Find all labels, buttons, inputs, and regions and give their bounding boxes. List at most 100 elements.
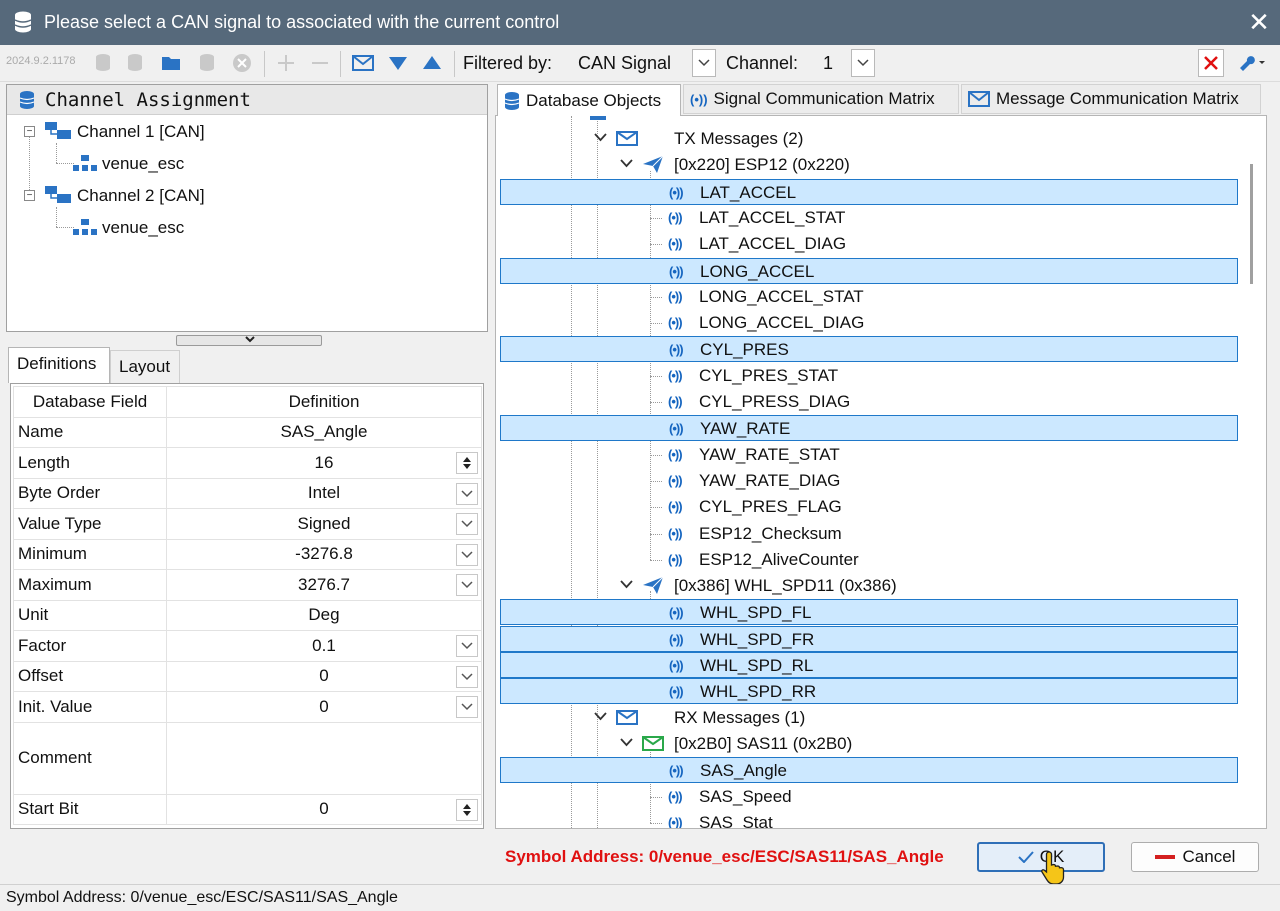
tree-item-signal[interactable]: (•)) SAS_Stat (500, 810, 1238, 828)
chevron-down-icon[interactable] (594, 711, 607, 721)
value-spinner[interactable] (456, 798, 478, 821)
channel-1-item[interactable]: Channel 1 [CAN] (77, 122, 205, 142)
spin-down-icon[interactable] (463, 810, 471, 816)
spin-down-icon[interactable] (463, 464, 471, 469)
tab-message-communication-matrix[interactable]: Message Communication Matrix (961, 84, 1261, 114)
database-add-icon[interactable] (92, 51, 116, 75)
field-value-cell[interactable]: SAS_Angle (166, 416, 482, 448)
folder-open-icon[interactable] (160, 51, 184, 75)
chevron-down-icon (461, 489, 473, 497)
tree-item-message-esp12[interactable]: [0x220] ESP12 (0x220) (500, 152, 1238, 178)
field-value-cell[interactable]: 0 (166, 660, 482, 692)
tree-scrollbar-thumb[interactable] (1250, 164, 1253, 284)
remove-icon[interactable] (308, 51, 332, 75)
tree-item-signal[interactable]: (•)) LAT_ACCEL_DIAG (500, 231, 1238, 257)
filter-value[interactable]: CAN Signal (578, 53, 671, 74)
channel-2-ecu-item[interactable]: venue_esc (102, 218, 184, 238)
tree-item-signal[interactable]: (•)) LAT_ACCEL (500, 178, 1238, 205)
tree-item-label: WHL_SPD_FL (700, 603, 812, 623)
tree-item-tx-messages[interactable]: TX Messages (2) (500, 126, 1238, 152)
tab-database-objects[interactable]: Database Objects (497, 84, 681, 116)
spin-up-icon[interactable] (463, 457, 471, 462)
tree-item-signal[interactable]: (•)) YAW_RATE (500, 415, 1238, 442)
tree-item-signal[interactable]: (•)) YAW_RATE_STAT (500, 442, 1238, 468)
tab-layout[interactable]: Layout (110, 350, 180, 384)
tree-item-signal[interactable]: (•)) CYL_PRES_FLAG (500, 494, 1238, 520)
panel-splitter[interactable] (176, 335, 322, 346)
tree-item-signal[interactable]: (•)) LONG_ACCEL_STAT (500, 284, 1238, 310)
chevron-down-icon[interactable] (620, 580, 633, 589)
tree-item-signal[interactable]: (•)) LONG_ACCEL_DIAG (500, 310, 1238, 336)
field-value-cell[interactable]: Signed (166, 508, 482, 540)
add-icon[interactable] (274, 51, 298, 75)
field-value-cell[interactable]: 0.1 (166, 630, 482, 662)
tree-item-signal[interactable]: (•)) ESP12_AliveCounter (500, 547, 1238, 573)
tree-item-signal[interactable]: (•)) ESP12_Checksum (500, 521, 1238, 547)
channel-2-item[interactable]: Channel 2 [CAN] (77, 186, 205, 206)
spin-up-icon[interactable] (463, 803, 471, 809)
arrow-down-icon[interactable] (386, 51, 410, 75)
channel-dropdown-button[interactable] (851, 49, 875, 77)
channel-value[interactable]: 1 (823, 53, 833, 74)
value-spinner[interactable] (456, 452, 478, 474)
field-value-cell[interactable]: 3276.7 (166, 569, 482, 601)
database-remove-icon[interactable] (196, 51, 220, 75)
tab-signal-communication-matrix[interactable]: (•)) Signal Communication Matrix (683, 84, 959, 114)
clear-filter-button[interactable] (1198, 49, 1224, 77)
close-icon[interactable]: ✕ (1244, 7, 1274, 37)
tree-item-signal[interactable]: (•)) WHL_SPD_RR (500, 678, 1238, 705)
field-value-cell[interactable]: 0 (166, 691, 482, 723)
field-value-cell[interactable] (166, 721, 482, 795)
filter-dropdown-button[interactable] (692, 49, 716, 77)
field-value-cell[interactable]: 16 (166, 447, 482, 479)
tree-item-message-whl-spd11[interactable]: [0x386] WHL_SPD11 (0x386) (500, 573, 1238, 599)
tree-item-message-sas11[interactable]: [0x2B0] SAS11 (0x2B0) (500, 731, 1238, 757)
tree-item-label: LONG_ACCEL_STAT (699, 286, 864, 306)
value-dropdown-button[interactable] (456, 635, 478, 657)
cancel-button[interactable]: Cancel (1131, 842, 1259, 872)
arrow-up-icon[interactable] (420, 51, 444, 75)
tree-item-signal[interactable]: (•)) CYL_PRES_STAT (500, 363, 1238, 389)
value-dropdown-button[interactable] (456, 482, 478, 505)
tree-item-label: LAT_ACCEL_STAT (699, 207, 846, 227)
collapse-toggle[interactable]: − (24, 126, 35, 137)
toolbar: 2024.9.2.1178 Filtered by: CAN Signal Ch… (0, 45, 1280, 82)
signal-icon: (•)) (669, 342, 684, 358)
tree-item-signal[interactable]: (•)) WHL_SPD_FL (500, 599, 1238, 626)
tree-item-signal[interactable]: (•)) CYL_PRES (500, 336, 1238, 363)
tab-definitions[interactable]: Definitions (8, 347, 110, 383)
tree-item-signal[interactable]: (•)) WHL_SPD_FR (500, 625, 1238, 652)
value-dropdown-button[interactable] (456, 696, 478, 718)
tree-scrollbar[interactable] (1240, 116, 1266, 828)
field-value-cell[interactable]: -3276.8 (166, 538, 482, 570)
collapse-toggle[interactable]: − (24, 190, 35, 201)
value-dropdown-button[interactable] (456, 513, 478, 535)
cancel-circle-icon[interactable] (230, 51, 254, 75)
value-dropdown-button[interactable] (456, 574, 478, 596)
message-icon[interactable] (351, 51, 375, 75)
chevron-down-icon[interactable] (594, 133, 607, 142)
tree-item-signal[interactable]: (•)) WHL_SPD_RL (500, 652, 1238, 678)
database-edit-icon[interactable] (124, 51, 148, 75)
tree-item-signal[interactable]: (•)) LONG_ACCEL (500, 257, 1238, 284)
field-value-cell[interactable]: Intel (166, 477, 482, 509)
tree-item-rx-messages[interactable]: RX Messages (1) (500, 705, 1238, 731)
tree-item-signal[interactable]: (•)) CYL_PRESS_DIAG (500, 389, 1238, 415)
field-value-cell[interactable]: 0 (166, 793, 482, 825)
channel-1-ecu-item[interactable]: venue_esc (102, 154, 184, 174)
chevron-down-icon[interactable] (620, 738, 633, 747)
chevron-down-icon[interactable] (620, 159, 633, 168)
value-dropdown-button[interactable] (456, 543, 478, 566)
field-name-cell: Factor (13, 630, 167, 662)
tree-item-signal[interactable]: (•)) SAS_Angle (500, 757, 1238, 784)
tree-item-signal[interactable]: (•)) YAW_RATE_DIAG (500, 468, 1238, 494)
tree-item-signal[interactable]: (•)) LAT_ACCEL_STAT (500, 205, 1238, 231)
tree-item-signal[interactable]: (•)) SAS_Speed (500, 784, 1238, 810)
field-value: Deg (308, 605, 340, 625)
field-value-cell[interactable]: Deg (166, 599, 482, 631)
checkmark-icon (1018, 851, 1034, 863)
database-icon (14, 11, 32, 33)
value-dropdown-button[interactable] (456, 665, 478, 688)
signal-icon: (•)) (668, 236, 683, 252)
wrench-icon[interactable] (1234, 51, 1270, 75)
